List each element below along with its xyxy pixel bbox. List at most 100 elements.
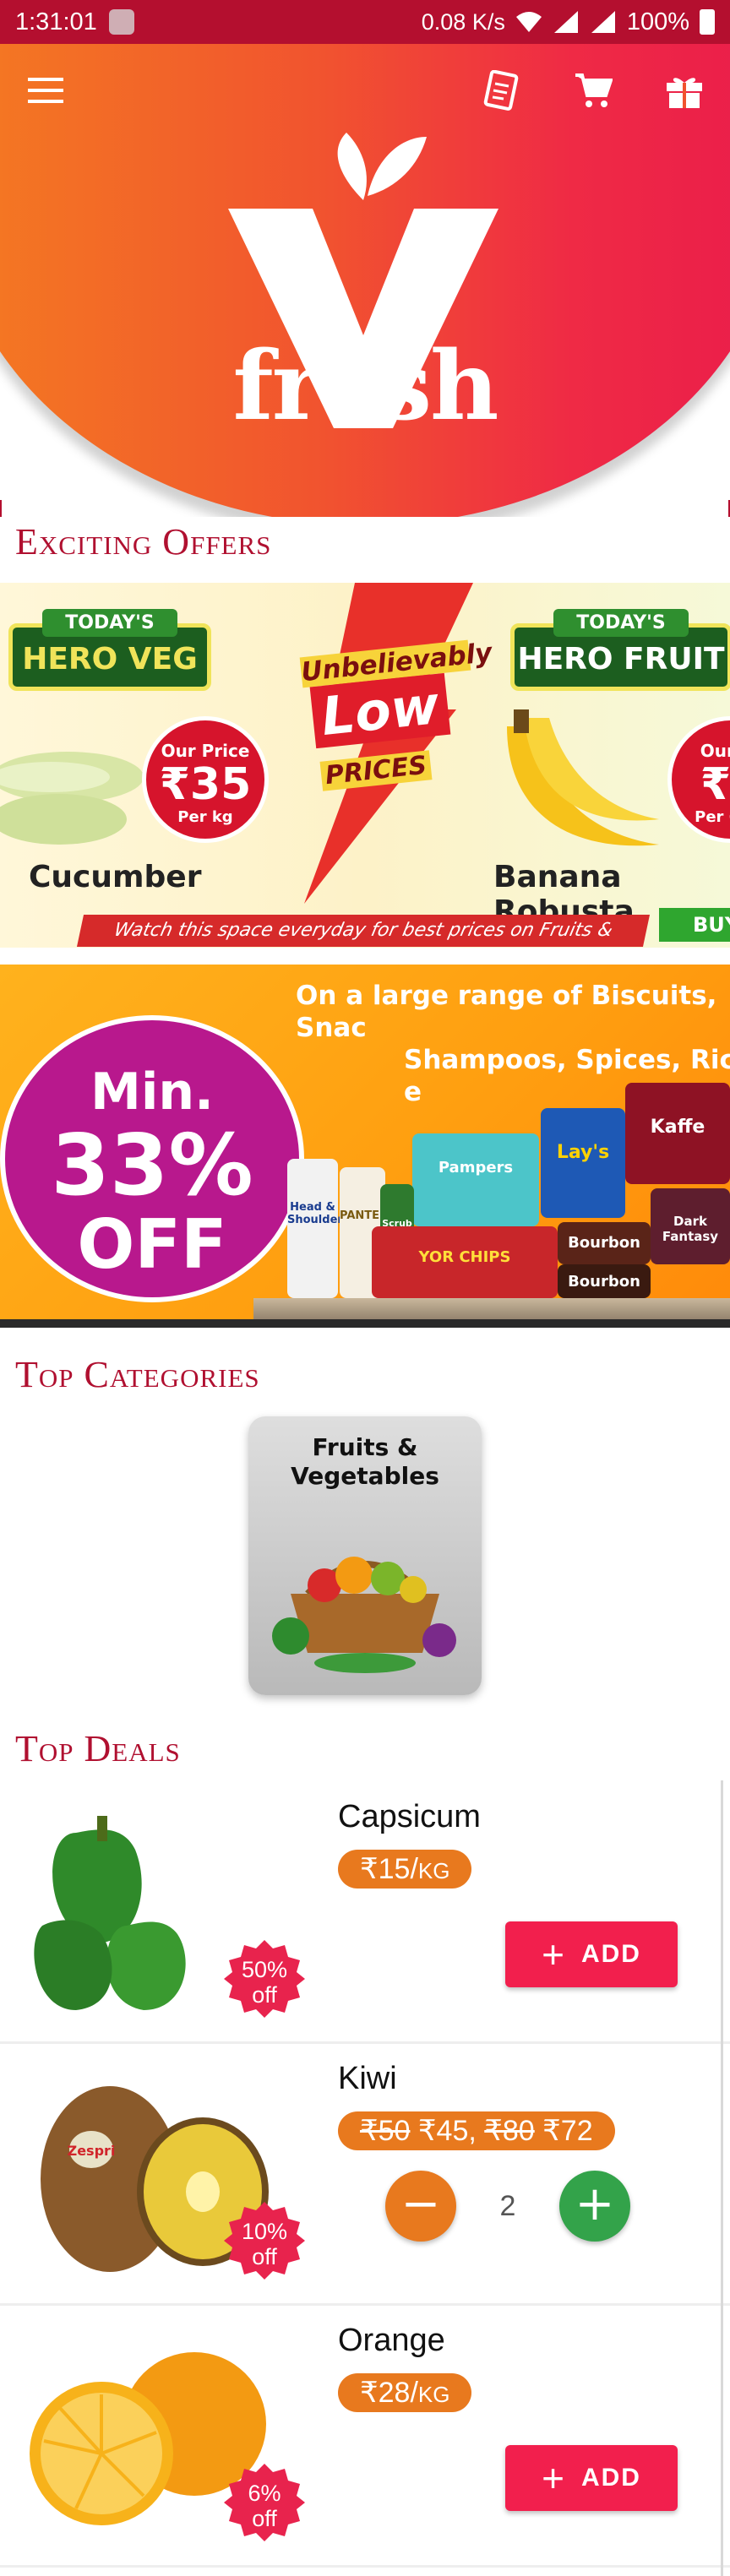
section-title-categories: Top Categories bbox=[15, 1354, 260, 1395]
hero-fruit-badge-text: HERO FRUIT bbox=[517, 642, 725, 677]
battery-icon bbox=[700, 9, 715, 35]
offer-banner-2-line1: On a large range of Biscuits, Snac bbox=[296, 981, 717, 1043]
notification-icon bbox=[108, 9, 134, 35]
add-to-cart-button[interactable]: + ADD bbox=[505, 1921, 678, 1987]
product-dark-fantasy: Dark Fantasy bbox=[651, 1188, 730, 1264]
discount-circle: Min. 33% OFF bbox=[0, 1015, 304, 1302]
hero-fruit-price-circle: Our Pr ₹2 Per 6 PC bbox=[667, 716, 730, 843]
decrease-quantity-button[interactable]: − bbox=[385, 2171, 456, 2242]
section-title-offers: Exciting Offers bbox=[15, 521, 272, 562]
product-bourbon-1: Bourbon bbox=[558, 1222, 651, 1264]
hero-fruit-badge-top: TODAY'S bbox=[553, 609, 689, 637]
discount-badge-text: 50% off bbox=[224, 1957, 305, 2008]
discount-badge-text: 10% off bbox=[224, 2219, 305, 2269]
product-chips: Lay's bbox=[541, 1108, 625, 1218]
category-label-line2: Vegetables bbox=[291, 1462, 439, 1490]
discount-badge: 6% off bbox=[224, 2462, 305, 2543]
add-button-label: ADD bbox=[580, 2464, 641, 2492]
discount-circle-off: OFF bbox=[77, 1205, 227, 1284]
discount-badge: 10% off bbox=[224, 2200, 305, 2281]
add-to-cart-button[interactable]: + ADD bbox=[505, 2445, 678, 2511]
app-header: fresh bbox=[0, 44, 730, 517]
plus-icon: + bbox=[542, 1932, 566, 1976]
cart-icon[interactable] bbox=[573, 70, 613, 111]
hero-veg-badge: TODAY'S HERO VEG bbox=[8, 609, 211, 691]
category-label-line1: Fruits & bbox=[312, 1433, 418, 1461]
fruit-basket-image bbox=[272, 1557, 456, 1673]
deal-item-orange[interactable]: Orange ₹28/KG 6% off + ADD bbox=[0, 2306, 730, 2568]
network-speed: 0.08 K/s bbox=[421, 8, 505, 35]
discount-circle-min: Min. bbox=[90, 1062, 214, 1122]
battery-percent: 100% bbox=[626, 8, 689, 35]
product-kaffe: Kaffe bbox=[625, 1083, 730, 1184]
add-button-label: ADD bbox=[580, 1940, 641, 1968]
hero-fruit-price: ₹2 bbox=[700, 759, 730, 810]
deal-price-old-2: ₹80 bbox=[484, 2115, 535, 2147]
discount-word: off bbox=[252, 2244, 277, 2269]
quantity-value: 2 bbox=[499, 2190, 516, 2222]
discount-badge-text: 6% off bbox=[224, 2481, 305, 2531]
deal-price: ₹50 ₹45, ₹80 ₹72 bbox=[338, 2111, 615, 2150]
discount-badge: 50% off bbox=[224, 1938, 305, 2019]
discount-percent: 6% bbox=[248, 2481, 281, 2506]
hero-fruit-price-unit: Per 6 PC bbox=[695, 808, 730, 826]
deal-name: Orange bbox=[338, 2323, 445, 2358]
offer-banner-hero-veg-fruit[interactable]: TODAY'S HERO VEG Our Price ₹35 Per kg Cu… bbox=[0, 583, 730, 948]
hero-fruit-price-label: Our Pr bbox=[700, 741, 730, 761]
deal-name: Capsicum bbox=[338, 1799, 481, 1834]
discount-word: off bbox=[252, 2506, 277, 2531]
header-edge-left bbox=[0, 500, 2, 517]
deal-price-value: ₹28/ bbox=[360, 2377, 418, 2409]
wifi-icon bbox=[515, 12, 542, 32]
section-title-deals: Top Deals bbox=[15, 1728, 181, 1769]
banner-bottom-bar bbox=[0, 1319, 730, 1328]
product-bourbon-2: Bourbon bbox=[558, 1264, 651, 1298]
category-card-fruits-vegetables[interactable]: Fruits & Vegetables bbox=[248, 1416, 482, 1695]
hero-veg-price-circle: Our Price ₹35 Per kg bbox=[142, 716, 269, 843]
deal-price-unit: KG bbox=[417, 1858, 450, 1883]
deal-name: Kiwi bbox=[338, 2061, 397, 2096]
deal-item-kiwi[interactable]: Zespri Kiwi ₹50 ₹45, ₹80 ₹72 10% off − 2… bbox=[0, 2044, 730, 2306]
discount-percent: 10% bbox=[241, 2219, 288, 2244]
deal-price-old-1: ₹50 bbox=[360, 2115, 411, 2147]
discount-circle-percent: 33% bbox=[51, 1116, 253, 1215]
deal-item-capsicum[interactable]: Capsicum ₹15/KG 50% off + ADD bbox=[0, 1782, 730, 2044]
hero-veg-price: ₹35 bbox=[159, 759, 252, 810]
product-snack-box: YOR CHIPS bbox=[372, 1226, 558, 1298]
deal-price-unit: KG bbox=[417, 2382, 450, 2407]
deals-list: Capsicum ₹15/KG 50% off + ADD Zespri Kiw… bbox=[0, 1782, 730, 2568]
category-label: Fruits & Vegetables bbox=[248, 1433, 482, 1491]
scrollbar[interactable] bbox=[721, 1780, 723, 2576]
deal-price-new-2: ₹72 bbox=[542, 2115, 593, 2147]
discount-word: off bbox=[252, 1982, 277, 2008]
product-shampoo-1: Head & Shoulders bbox=[287, 1159, 350, 1298]
deal-price-new-1: ₹45, bbox=[417, 2115, 477, 2147]
deal-price: ₹28/KG bbox=[338, 2373, 472, 2412]
offer-banner-min-33-off[interactable]: On a large range of Biscuits, Snac Shamp… bbox=[0, 965, 730, 1328]
status-time: 1:31:01 bbox=[15, 8, 97, 35]
header-actions bbox=[482, 70, 705, 111]
signal-icon bbox=[553, 11, 578, 33]
product-diapers: Pampers bbox=[412, 1133, 539, 1226]
discount-percent: 50% bbox=[241, 1957, 288, 1982]
signal-icon-2 bbox=[591, 11, 615, 33]
offer-strip: Watch this space everyday for best price… bbox=[76, 915, 651, 947]
buy-button[interactable]: BUY bbox=[659, 908, 730, 942]
hero-veg-price-label: Our Price bbox=[161, 741, 250, 761]
deal-price-value: ₹15/ bbox=[360, 1853, 418, 1885]
banana-image bbox=[507, 709, 659, 846]
plus-icon: + bbox=[542, 2456, 566, 2500]
hero-veg-name: Cucumber bbox=[29, 860, 202, 894]
hero-veg-price-unit: Per kg bbox=[177, 808, 233, 826]
increase-quantity-button[interactable]: + bbox=[559, 2171, 630, 2242]
hero-veg-badge-text: HERO VEG bbox=[22, 642, 198, 677]
gift-icon[interactable] bbox=[664, 70, 705, 111]
cucumber-image bbox=[0, 752, 144, 845]
svg-text:Zespri: Zespri bbox=[68, 2143, 116, 2159]
quantity-stepper: − 2 + bbox=[385, 2171, 630, 2242]
menu-icon[interactable] bbox=[25, 70, 66, 111]
status-right: 0.08 K/s 100% bbox=[422, 8, 715, 36]
vfresh-logo-text: fresh bbox=[232, 331, 499, 442]
hero-fruit-badge: TODAY'S HERO FRUIT bbox=[510, 609, 730, 691]
hero-veg-badge-top: TODAY'S bbox=[42, 609, 177, 637]
